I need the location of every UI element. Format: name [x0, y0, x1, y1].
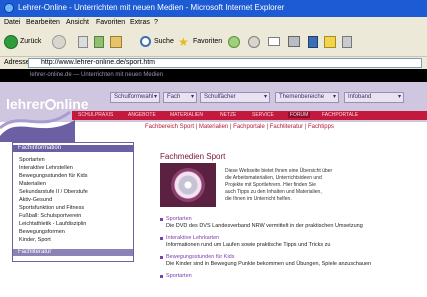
nav-item[interactable]: MATERIALIEN: [170, 112, 203, 118]
intro-text: die Ihnen im Unterricht helfen.: [225, 196, 292, 202]
chevron-down-icon: ▾: [153, 94, 157, 100]
main-nav-band: SCHULPRAXIS ANGEBOTE MATERIALIEN NETZE S…: [72, 111, 427, 120]
logo-ring-icon: [44, 99, 56, 110]
menu-help[interactable]: ?: [154, 19, 158, 26]
messenger-icon[interactable]: [324, 36, 336, 48]
intro-text: auch Tipps zu den Inhalten und Materiali…: [225, 189, 322, 195]
logo-suffix: nline: [55, 96, 89, 112]
content-item-heading[interactable]: Bewegungsstunden für Kids: [166, 254, 235, 260]
stop-icon[interactable]: [78, 36, 88, 48]
address-url: http://www.lehrer-online.de/sport.htm: [41, 59, 155, 66]
sidebar-footer[interactable]: Fachliteratur: [13, 249, 133, 256]
bullet-icon: [160, 256, 163, 259]
sidebar-item[interactable]: Leichtathletik - Laufdisziplin: [19, 221, 86, 227]
address-bar: Adresse http://www.lehrer-online.de/spor…: [0, 57, 427, 69]
history-icon[interactable]: [248, 36, 260, 48]
favorites-label[interactable]: Favoriten: [193, 38, 222, 53]
menu-bar: Datei Bearbeiten Ansicht Favoriten Extra…: [0, 17, 427, 30]
nav-item[interactable]: NETZE: [220, 112, 236, 118]
browser-toolbar: Zurück Suche ★ Favoriten: [0, 30, 427, 57]
back-label[interactable]: Zurück: [20, 38, 41, 53]
intro-text: Diese Webseite bietet Ihnen eine Übersic…: [225, 168, 333, 174]
content-item-heading[interactable]: Interaktive Lehrkarten: [166, 235, 219, 241]
sidebar-item[interactable]: Sportsfunktion und Fitness: [19, 205, 84, 211]
page-title: Fachmedien Sport: [160, 152, 226, 161]
chevron-down-icon: ▾: [332, 94, 336, 100]
window-title-bar: Lehrer-Online - Unterrichten mit neuen M…: [0, 0, 427, 17]
logo-prefix: lehrer: [6, 96, 45, 112]
content-item-desc: Informationen rund um Laufen sowie prakt…: [166, 242, 331, 248]
nav-item[interactable]: SCHULPRAXIS: [78, 112, 113, 118]
media-icon[interactable]: [228, 36, 240, 48]
mail-icon[interactable]: [268, 37, 280, 46]
search-icon[interactable]: [140, 36, 151, 47]
nav-item[interactable]: FACHPORTALE: [322, 112, 358, 118]
sidebar-item[interactable]: Fußball: Schulsportverein: [19, 213, 81, 219]
home-icon[interactable]: [110, 36, 122, 48]
content-item-heading[interactable]: Sportarten: [166, 273, 192, 279]
dvd-disc-image: [171, 168, 205, 202]
nav-item-active[interactable]: FORUM: [288, 112, 311, 118]
sub-navigation[interactable]: Fachbereich Sport | Materialien | Fachpo…: [145, 124, 334, 130]
back-arrow-icon[interactable]: [4, 35, 18, 49]
nav-item[interactable]: ANGEBOTE: [128, 112, 156, 118]
sidebar-nav: Fachinformation Sportarten Interaktive L…: [12, 142, 134, 262]
print-icon[interactable]: [288, 36, 300, 47]
address-input[interactable]: http://www.lehrer-online.de/sport.htm: [28, 58, 422, 68]
sidebar-header: Fachinformation: [13, 145, 133, 152]
dropdown-infoband[interactable]: Infoband ▾: [344, 92, 404, 103]
sidebar-item[interactable]: Sportarten: [19, 157, 45, 163]
dropdown-themen[interactable]: Themenbereiche ▾: [275, 92, 339, 103]
search-label[interactable]: Suche: [154, 38, 174, 53]
edit-icon[interactable]: [308, 36, 318, 48]
menu-ansicht[interactable]: Ansicht: [66, 19, 89, 26]
nav-item[interactable]: SERVICE: [252, 112, 274, 118]
dropdown-schulfaecher[interactable]: Schulfächer ▾: [200, 92, 270, 103]
research-icon[interactable]: [342, 36, 352, 48]
chevron-down-icon: ▾: [263, 94, 267, 100]
content-item-desc: Die DVD des DVS Landesverband NRW vermit…: [166, 223, 363, 229]
sidebar-item[interactable]: Bewegungsformen: [19, 229, 65, 235]
window-title: Lehrer-Online - Unterrichten mit neuen M…: [18, 3, 285, 12]
intro-text: Projekte mit Sportlehrern. Hier finden S…: [225, 182, 316, 188]
forward-arrow-icon[interactable]: [52, 35, 66, 49]
sidebar-item[interactable]: Aktiv-Gesund: [19, 197, 52, 203]
sidebar-item[interactable]: Interaktive Lehrstellen: [19, 165, 73, 171]
favorites-star-icon[interactable]: ★: [178, 35, 189, 50]
menu-extras[interactable]: Extras: [130, 19, 150, 26]
content-item-desc: Die Kinder sind in Bewegung Punkte bekom…: [166, 261, 372, 267]
bullet-icon: [160, 218, 163, 221]
sidebar-item[interactable]: Bewegungsstunden für Kids: [19, 173, 88, 179]
menu-bearbeiten[interactable]: Bearbeiten: [26, 19, 60, 26]
intro-text: die Arbeitsmaterialien, Unterrichtsideen…: [225, 175, 322, 181]
sidebar-item[interactable]: Materialien: [19, 181, 46, 187]
bullet-icon: [160, 275, 163, 278]
menu-datei[interactable]: Datei: [4, 19, 20, 26]
site-logo[interactable]: lehrer nline: [6, 96, 89, 112]
dropdown-schulform[interactable]: Schulformwahl ▾: [110, 92, 160, 103]
chevron-down-icon: ▾: [190, 94, 194, 100]
sidebar-item[interactable]: Sekundarstufe II / Oberstufe: [19, 189, 88, 195]
refresh-icon[interactable]: [94, 36, 104, 48]
site-top-band: lehrer-online.de — Unterrichten mit neue…: [0, 69, 427, 82]
sidebar-item[interactable]: Kinder, Sport: [19, 237, 51, 243]
chevron-down-icon: ▾: [397, 94, 401, 100]
site-top-band-text: lehrer-online.de — Unterrichten mit neue…: [30, 72, 164, 78]
content-item-heading[interactable]: Sportarten: [166, 216, 192, 222]
address-label: Adresse: [4, 59, 30, 66]
internet-explorer-icon: [4, 3, 14, 13]
dropdown-fach[interactable]: Fach ▾: [163, 92, 197, 103]
menu-favoriten[interactable]: Favoriten: [96, 19, 125, 26]
bullet-icon: [160, 237, 163, 240]
